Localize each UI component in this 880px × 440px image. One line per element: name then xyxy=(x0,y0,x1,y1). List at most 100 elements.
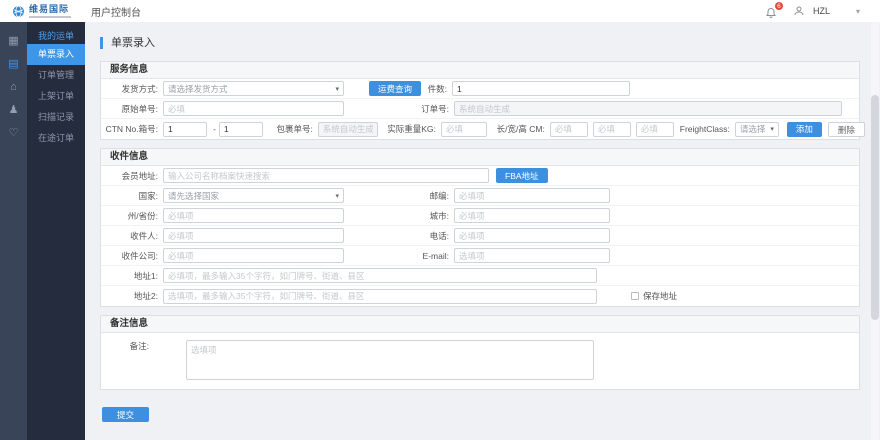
order-no-row: 原始单号: 订单号: xyxy=(101,99,859,119)
freight-class-label: FreightClass: xyxy=(674,124,730,134)
sidebar-item-intransit-orders[interactable]: 在途订单 xyxy=(27,128,85,149)
address2-label: 地址2: xyxy=(101,290,158,302)
city-label: 城市: xyxy=(344,210,449,222)
freight-query-button[interactable]: 运费查询 xyxy=(369,81,421,96)
dimensions-label: 长/宽/高 CM: xyxy=(487,123,545,135)
height-input[interactable] xyxy=(636,122,674,137)
chevron-down-icon: ▾ xyxy=(335,192,339,200)
sidebar-icon-rail: ▦ ▤ ⌂ ♟ ♡ xyxy=(0,22,27,440)
courier-icon[interactable]: ♟ xyxy=(0,99,27,122)
order-no-input xyxy=(454,101,842,116)
delete-carton-button[interactable]: 删除 xyxy=(828,122,865,137)
company-input[interactable] xyxy=(163,248,344,263)
chevron-down-icon: ▾ xyxy=(770,125,774,133)
recipient-info-section: 收件信息 会员地址: FBA地址 国家: 请先选择国家 ▾ 邮编: 州/省份: … xyxy=(100,148,860,307)
ctn-from-input[interactable] xyxy=(163,122,207,137)
receiver-label: 收件人: xyxy=(101,230,158,242)
sidebar-item-single-entry[interactable]: 单票录入 xyxy=(27,44,85,65)
country-label: 国家: xyxy=(101,190,158,202)
address1-label: 地址1: xyxy=(101,270,158,282)
sidebar-menu: 我的运单 单票录入 订单管理 上架订单 扫描记录 在途订单 xyxy=(27,22,85,440)
city-input[interactable] xyxy=(454,208,610,223)
submit-button[interactable]: 提交 xyxy=(102,407,149,422)
country-select[interactable]: 请先选择国家 ▾ xyxy=(163,188,344,203)
waybill-icon[interactable]: ▤ xyxy=(0,53,27,76)
member-address-input[interactable] xyxy=(163,168,489,183)
zip-input[interactable] xyxy=(454,188,610,203)
email-input[interactable] xyxy=(454,248,610,263)
range-dash: - xyxy=(213,124,216,134)
ship-method-row: 发货方式: 请选择发货方式 ▾ 运费查询 件数: xyxy=(101,79,859,99)
state-label: 州/省份: xyxy=(101,210,158,222)
notifications-button[interactable]: 6 xyxy=(765,3,781,19)
carton-row: CTN No.箱号: - 包裹单号: 实际重量KG: 长/宽/高 CM: Fre… xyxy=(101,119,859,139)
vertical-scrollbar-thumb[interactable] xyxy=(871,95,879,320)
country-row: 国家: 请先选择国家 ▾ 邮编: xyxy=(101,186,859,206)
sidebar-item-order-management[interactable]: 订单管理 xyxy=(27,65,85,86)
add-carton-button[interactable]: 添加 xyxy=(787,122,822,137)
warehouse-icon[interactable]: ⌂ xyxy=(0,76,27,99)
remark-section-title: 备注信息 xyxy=(101,316,859,333)
width-input[interactable] xyxy=(593,122,631,137)
dashboard-icon[interactable]: ▦ xyxy=(0,30,27,53)
user-icon xyxy=(793,5,805,17)
company-label: 收件公司: xyxy=(101,250,158,262)
chevron-down-icon[interactable]: ▾ xyxy=(856,7,860,16)
service-info-section: 服务信息 发货方式: 请选择发货方式 ▾ 运费查询 件数: 原始单号: 订单号:… xyxy=(100,61,860,140)
chevron-down-icon: ▾ xyxy=(335,85,339,93)
weight-input[interactable] xyxy=(441,122,487,137)
zip-label: 邮编: xyxy=(344,190,449,202)
pieces-label: 件数: xyxy=(421,83,447,95)
phone-input[interactable] xyxy=(454,228,610,243)
email-label: E-mail: xyxy=(344,251,449,261)
member-address-label: 会员地址: xyxy=(101,170,158,182)
sidebar-item-shelved-orders[interactable]: 上架订单 xyxy=(27,86,85,107)
state-input[interactable] xyxy=(163,208,344,223)
company-email-row: 收件公司: E-mail: xyxy=(101,246,859,266)
save-address-label: 保存地址 xyxy=(643,290,677,302)
save-address-checkbox[interactable] xyxy=(631,292,639,300)
phone-label: 电话: xyxy=(344,230,449,242)
original-no-input[interactable] xyxy=(163,101,344,116)
globe-logo-icon xyxy=(12,5,25,18)
sidebar-item-scan-records[interactable]: 扫描记录 xyxy=(27,107,85,128)
order-no-label: 订单号: xyxy=(344,103,449,115)
weight-label: 实际重量KG: xyxy=(378,123,436,135)
logo: 维易国际 xyxy=(12,5,71,18)
remark-textarea[interactable] xyxy=(186,340,594,380)
receiver-input[interactable] xyxy=(163,228,344,243)
member-address-row: 会员地址: FBA地址 xyxy=(101,166,859,186)
state-city-row: 州/省份: 城市: xyxy=(101,206,859,226)
remark-info-section: 备注信息 备注: xyxy=(100,315,860,390)
address1-row: 地址1: xyxy=(101,266,859,286)
username[interactable]: HZL xyxy=(813,6,830,16)
address2-row: 地址2: 保存地址 xyxy=(101,286,859,306)
service-section-title: 服务信息 xyxy=(101,62,859,79)
freight-class-select[interactable]: 请选择 ▾ xyxy=(735,122,779,137)
original-no-label: 原始单号: xyxy=(101,103,158,115)
ctn-no-label: CTN No.箱号: xyxy=(101,123,158,135)
ship-method-label: 发货方式: xyxy=(101,83,158,95)
ship-method-select[interactable]: 请选择发货方式 ▾ xyxy=(163,81,344,96)
page-title: 单票录入 xyxy=(100,37,880,49)
top-header: 维易国际 用户控制台 6 HZL ▾ xyxy=(0,0,880,22)
remark-label: 备注: xyxy=(101,340,149,352)
ctn-to-input[interactable] xyxy=(219,122,263,137)
length-input[interactable] xyxy=(550,122,588,137)
logo-text: 维易国际 xyxy=(29,5,71,14)
sidebar-group-my-waybills[interactable]: 我的运单 xyxy=(27,29,85,44)
receiver-phone-row: 收件人: 电话: xyxy=(101,226,859,246)
user-profile-button[interactable] xyxy=(793,5,805,17)
console-title: 用户控制台 xyxy=(91,4,141,19)
notification-badge: 6 xyxy=(774,1,784,11)
pieces-input[interactable] xyxy=(452,81,630,96)
address1-input[interactable] xyxy=(163,268,597,283)
logo-subline xyxy=(29,16,71,18)
address2-input[interactable] xyxy=(163,289,597,304)
fba-address-button[interactable]: FBA地址 xyxy=(496,168,548,183)
package-no-label: 包裹单号: xyxy=(263,123,313,135)
remark-row: 备注: xyxy=(101,333,859,389)
package-no-input xyxy=(318,122,378,137)
service-icon[interactable]: ♡ xyxy=(0,122,27,145)
main-content: 单票录入 服务信息 发货方式: 请选择发货方式 ▾ 运费查询 件数: 原始单号:… xyxy=(85,22,880,440)
